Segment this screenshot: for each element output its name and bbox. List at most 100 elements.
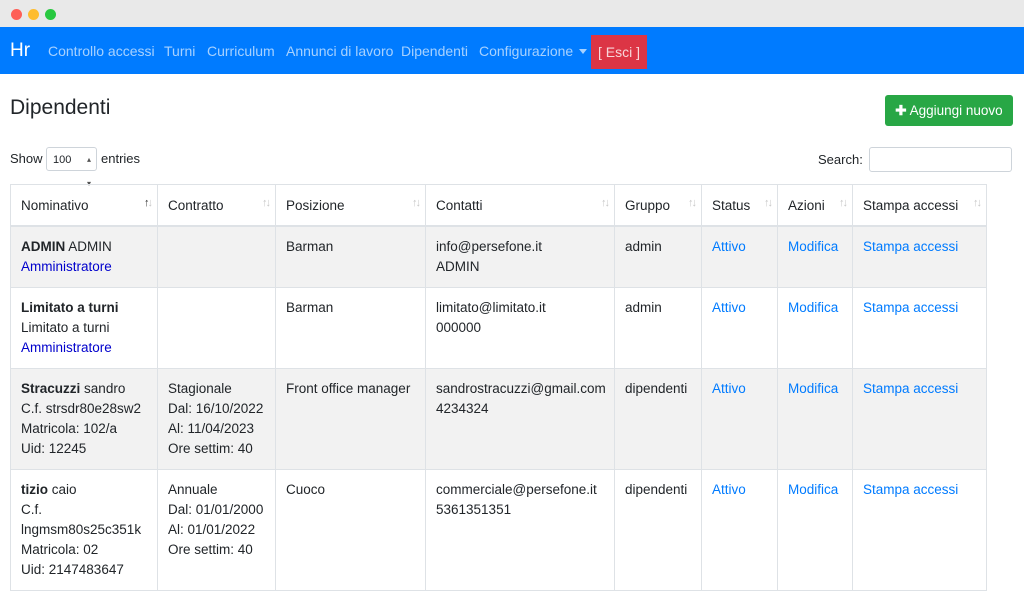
cell-contratto: Annuale Dal: 01/01/2000 Al: 01/01/2022 Ore … <box>157 469 276 591</box>
cell-contratto: Stagionale Dal: 16/10/2022 Al: 11/04/2023 O… <box>157 368 276 470</box>
cell-gruppo: admin <box>614 225 702 288</box>
sort-arrows-icon: ↑↓ <box>601 197 610 209</box>
contact-phone: 000000 <box>436 320 482 335</box>
employee-detail: lngmsm80s25c351k <box>21 522 142 537</box>
column-header-status[interactable]: Status ↑↓ <box>701 184 778 227</box>
nav-link-controllo-accessi[interactable]: Controllo accessi <box>48 43 155 59</box>
search-input[interactable] <box>869 147 1012 172</box>
status-link[interactable]: Attivo <box>712 300 746 315</box>
employee-detail: Limitato a turni <box>21 320 110 335</box>
edit-link[interactable]: Modifica <box>788 381 838 396</box>
cell-contratto <box>157 287 276 369</box>
cell-stampa: Stampa accessi <box>852 368 987 470</box>
cell-posizione: Barman <box>275 225 426 288</box>
contact-email: commerciale@persefone.it <box>436 482 597 497</box>
add-new-button[interactable]: ✚ Aggiungi nuovo <box>885 95 1013 126</box>
employee-surname: tizio <box>21 482 48 497</box>
window-titlebar <box>0 0 1024 28</box>
print-access-link[interactable]: Stampa accessi <box>863 239 958 254</box>
page-length-value: 100 <box>53 154 72 166</box>
cell-nominativo: Limitato a turni Limitato a turni Amminist… <box>10 287 158 369</box>
add-new-label: Aggiungi nuovo <box>909 103 1003 118</box>
search-label: Search: <box>818 152 863 167</box>
print-access-link[interactable]: Stampa accessi <box>863 300 958 315</box>
maximize-window-icon[interactable] <box>45 9 56 20</box>
contract-type: Annuale <box>168 482 218 497</box>
contact-phone: 4234324 <box>436 401 489 416</box>
contact-phone: 5361351351 <box>436 502 512 517</box>
sort-arrows-icon: ↑↓ <box>412 197 421 209</box>
edit-link[interactable]: Modifica <box>788 239 838 254</box>
page-length-select[interactable]: 100 ▴ ▾ <box>46 147 97 188</box>
edit-link[interactable]: Modifica <box>788 300 838 315</box>
sort-arrows-icon: ↑↓ <box>764 197 773 209</box>
edit-link[interactable]: Modifica <box>788 482 838 497</box>
employee-surname: ADMIN <box>21 239 66 254</box>
nav-link-turni[interactable]: Turni <box>164 43 195 59</box>
show-label: Show <box>10 151 43 166</box>
cell-azioni: Modifica <box>777 469 853 591</box>
contract-detail: Al: 01/01/2022 <box>168 522 256 537</box>
cell-contatti: sandrostracuzzi@gmail.com 4234324 <box>425 368 615 470</box>
cell-gruppo: dipendenti <box>614 368 702 470</box>
sort-arrows-icon: ↑↓ <box>688 197 697 209</box>
employee-surname: Limitato a turni <box>21 300 119 315</box>
sort-arrows-icon: ↑↓ <box>839 197 848 209</box>
close-window-icon[interactable] <box>11 9 22 20</box>
column-header-contratto[interactable]: Contratto ↑↓ <box>157 184 276 227</box>
column-header-contatti[interactable]: Contatti ↑↓ <box>425 184 615 227</box>
cell-contatti: limitato@limitato.it 000000 <box>425 287 615 369</box>
navbar-brand[interactable]: Hr <box>10 40 30 62</box>
cell-azioni: Modifica <box>777 368 853 470</box>
logout-button[interactable]: [ Esci ] <box>591 35 647 69</box>
contact-phone: ADMIN <box>436 259 480 274</box>
nav-link-curriculum[interactable]: Curriculum <box>207 43 275 59</box>
column-header-label: Status <box>712 197 751 213</box>
cell-status: Attivo <box>701 287 778 369</box>
column-header-azioni[interactable]: Azioni ↑↓ <box>777 184 853 227</box>
column-header-label: Nominativo <box>21 197 89 213</box>
nav-link-dipendenti[interactable]: Dipendenti <box>401 43 468 59</box>
cell-gruppo: admin <box>614 287 702 369</box>
minimize-window-icon[interactable] <box>28 9 39 20</box>
status-link[interactable]: Attivo <box>712 381 746 396</box>
print-access-link[interactable]: Stampa accessi <box>863 482 958 497</box>
table-row: tizio caio C.f. lngmsm80s25c351k Matricola:… <box>10 469 987 591</box>
status-link[interactable]: Attivo <box>712 239 746 254</box>
column-header-gruppo[interactable]: Gruppo ↑↓ <box>614 184 702 227</box>
sort-arrows-icon: ↑↓ <box>262 197 271 209</box>
contract-detail: Dal: 01/01/2000 <box>168 502 264 517</box>
nav-link-annunci-di-lavoro[interactable]: Annunci di lavoro <box>286 43 393 59</box>
column-header-label: Contatti <box>436 197 483 213</box>
employee-name: caio <box>51 482 77 497</box>
contract-detail: Ore settim: 40 <box>168 441 253 456</box>
cell-posizione: Barman <box>275 287 426 369</box>
cell-stampa: Stampa accessi <box>852 225 987 288</box>
column-header-posizione[interactable]: Posizione ↑↓ <box>275 184 426 227</box>
table-row: ADMIN ADMIN Amministratore Barman info@pe… <box>10 225 987 288</box>
table-row: Stracuzzi sandro C.f. strsdr80e28sw2 Matri… <box>10 368 987 470</box>
caret-down-icon <box>579 49 588 54</box>
table-header-row: Nominativo ↑↓ Contratto ↑↓ Posizione ↑↓ Con… <box>10 184 987 227</box>
sort-arrows-icon: ↑↓ <box>144 197 153 209</box>
page-title: Dipendenti <box>10 96 111 119</box>
cell-gruppo: dipendenti <box>614 469 702 591</box>
cell-azioni: Modifica <box>777 287 853 369</box>
employee-surname: Stracuzzi <box>21 381 81 396</box>
column-header-label: Posizione <box>286 197 345 213</box>
role-link[interactable]: Amministratore <box>21 259 112 274</box>
cell-contratto <box>157 225 276 288</box>
print-access-link[interactable]: Stampa accessi <box>863 381 958 396</box>
column-header-nominativo[interactable]: Nominativo ↑↓ <box>10 184 158 227</box>
column-header-label: Gruppo <box>625 197 671 213</box>
contact-email: limitato@limitato.it <box>436 300 546 315</box>
employee-detail: Matricola: 102/a <box>21 421 118 436</box>
employee-detail: Uid: 2147483647 <box>21 562 124 577</box>
contact-email: sandrostracuzzi@gmail.com <box>436 381 606 396</box>
role-link[interactable]: Amministratore <box>21 340 112 355</box>
column-header-stampa-accessi[interactable]: Stampa accessi ↑↓ <box>852 184 987 227</box>
status-link[interactable]: Attivo <box>712 482 746 497</box>
entries-label: entries <box>101 151 141 166</box>
navbar: Hr Controllo accessi Turni Curriculum An… <box>0 27 1024 74</box>
nav-dropdown-configurazione[interactable]: Configurazione <box>479 43 588 59</box>
